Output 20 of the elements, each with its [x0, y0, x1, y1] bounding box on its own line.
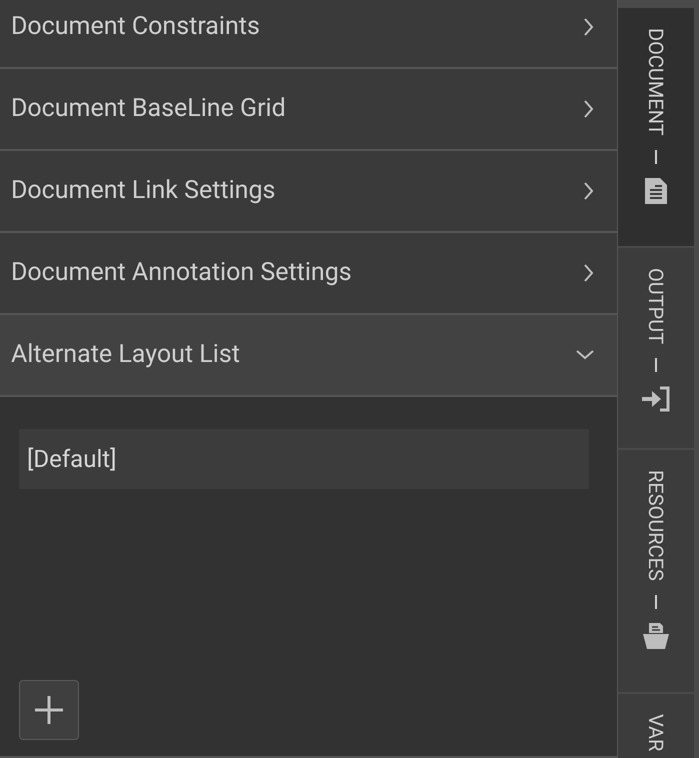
chevron-right-icon — [583, 181, 595, 201]
plus-icon — [34, 695, 64, 725]
section-header[interactable]: Document BaseLine Grid — [0, 69, 617, 151]
section-header[interactable]: Document Link Settings — [0, 151, 617, 233]
side-tab[interactable]: OUTPUT — [618, 248, 694, 448]
chevron-right-icon — [583, 99, 595, 119]
file-tray-icon — [643, 622, 669, 649]
section-header[interactable]: Document Constraints — [0, 0, 617, 69]
section-header[interactable]: Document Annotation Settings — [0, 233, 617, 315]
side-tab[interactable]: VAR — [618, 694, 694, 758]
chevron-right-icon — [583, 263, 595, 283]
document-icon — [645, 178, 667, 204]
list-item[interactable]: [Default] — [19, 429, 589, 489]
side-tab[interactable]: DOCUMENT — [618, 8, 694, 246]
chevron-down-icon — [575, 349, 595, 361]
add-button[interactable] — [19, 680, 79, 740]
chevron-right-icon — [583, 17, 595, 37]
sign-in-icon — [642, 386, 670, 412]
section-header[interactable]: Alternate Layout List — [0, 315, 617, 397]
side-tab[interactable]: RESOURCES — [618, 450, 694, 692]
